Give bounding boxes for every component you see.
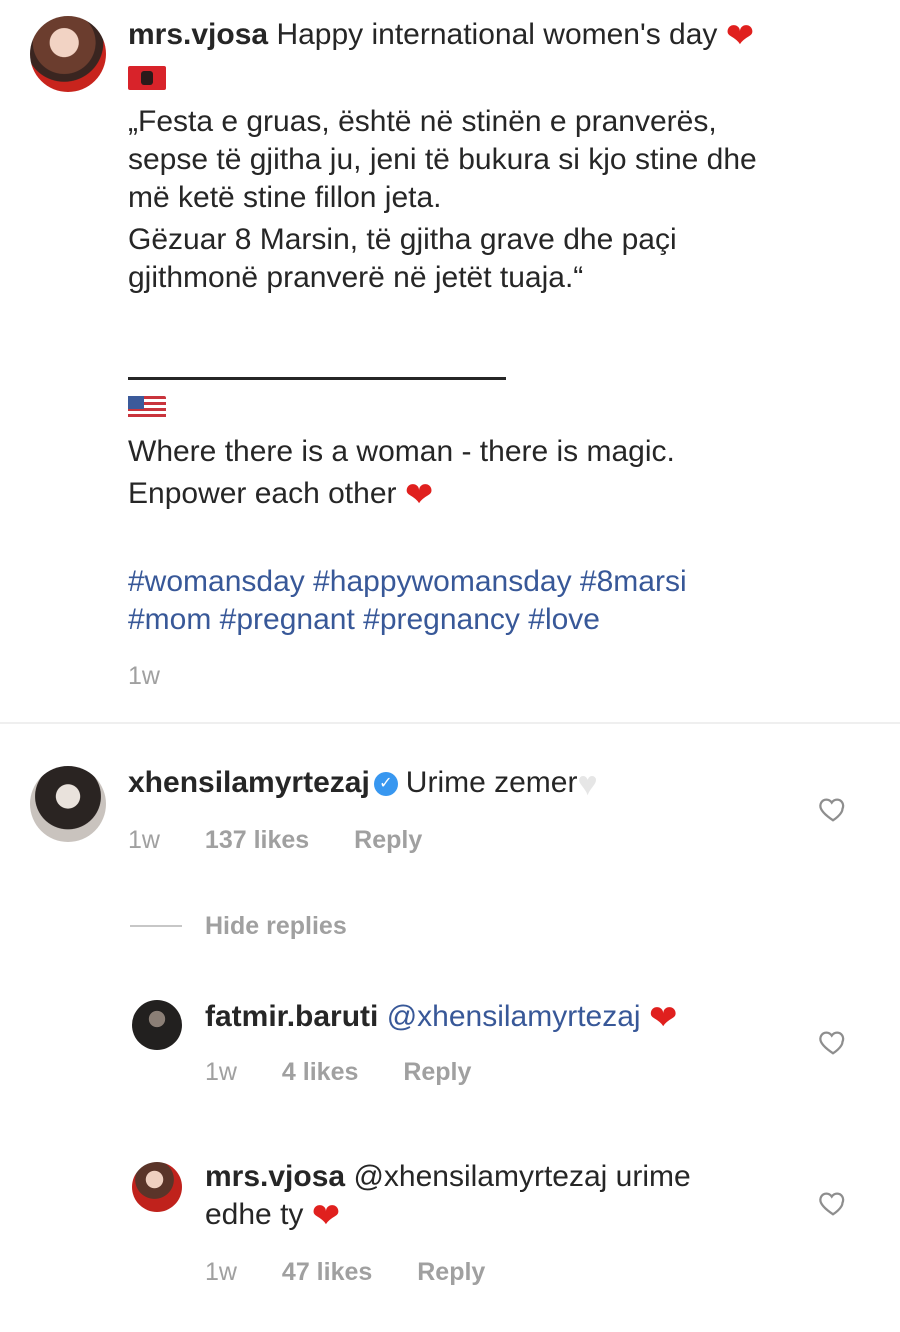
red-heart-emoji-icon: ❤ (311, 1197, 341, 1236)
comment-reply-button[interactable]: Reply (354, 826, 422, 854)
red-heart-emoji-icon: ❤ (648, 999, 678, 1038)
caption-line: „Festa e gruas, është në stinën e pranve… (128, 105, 717, 138)
heart-outline-icon[interactable] (818, 1027, 848, 1057)
heart-outline-icon[interactable] (818, 1188, 848, 1218)
us-flag-icon (128, 396, 166, 425)
reply-reply-button[interactable]: Reply (403, 1058, 471, 1086)
reply-body: mrs.vjosa @xhensilamyrtezaj urime edhe t… (205, 1158, 805, 1234)
red-heart-emoji-icon: ❤ (725, 17, 755, 56)
commenter-username[interactable]: xhensilamyrtezaj (128, 766, 370, 799)
caption-english-line2-text: Enpower each other (128, 477, 397, 510)
reply-timestamp: 1w (205, 1058, 237, 1086)
caption-english-text: Where there is a woman - there is magic.… (128, 433, 888, 513)
reply-meta: 1w 47 likes Reply (205, 1258, 523, 1287)
caption-line: sepse të gjitha ju, jeni të bukura si kj… (128, 143, 757, 176)
reply-username[interactable]: mrs.vjosa (205, 1160, 345, 1193)
comment-text: Urime zemer (405, 766, 578, 799)
reply-avatar[interactable] (132, 1000, 182, 1050)
reply-timestamp: 1w (205, 1258, 237, 1286)
reply-username[interactable]: fatmir.baruti (205, 1000, 378, 1033)
heart-outline-icon[interactable] (818, 794, 848, 824)
caption-hashtags: #womansday #happywomansday #8marsi #mom … (128, 563, 888, 639)
hashtags-line[interactable]: #mom #pregnant #pregnancy #love (128, 601, 888, 639)
caption-first-line: Happy international women's day (276, 18, 718, 51)
reply-text-line2: edhe ty (205, 1198, 304, 1231)
caption-line: Gëzuar 8 Marsin, të gjitha grave dhe paç… (128, 223, 677, 256)
reply-avatar[interactable] (132, 1162, 182, 1212)
reply-likes-count[interactable]: 47 likes (282, 1258, 372, 1286)
comment-timestamp: 1w (128, 826, 160, 854)
reply-mention[interactable]: @xhensilamyrtezaj (387, 1000, 641, 1033)
caption-line: më ketë stine fillon jeta. (128, 181, 442, 214)
reply-text-line1: @xhensilamyrtezaj urime (353, 1160, 691, 1193)
verified-badge-icon: ✓ (373, 772, 398, 797)
reply-first-line: mrs.vjosa @xhensilamyrtezaj urime (205, 1158, 805, 1196)
reply-second-line: edhe ty ❤ (205, 1196, 805, 1234)
caption-header: mrs.vjosa Happy international women's da… (128, 16, 888, 54)
red-heart-emoji-icon: ❤ (404, 476, 434, 515)
comment-likes-count[interactable]: 137 likes (205, 826, 309, 854)
hide-replies-button[interactable]: Hide replies (205, 912, 347, 941)
post-author-avatar[interactable] (30, 16, 106, 92)
hashtags-line[interactable]: #womansday #happywomansday #8marsi (128, 563, 888, 601)
caption-line: gjithmonë pranverë në jetët tuaja.“ (128, 261, 584, 294)
reply-body: fatmir.baruti @xhensilamyrtezaj ❤ (205, 998, 805, 1036)
section-separator (0, 722, 900, 724)
comment-body: xhensilamyrtezaj ✓ Urime zemer♥ (128, 764, 808, 802)
reply-likes-count[interactable]: 4 likes (282, 1058, 358, 1086)
hide-replies-line (130, 925, 182, 927)
comment-meta: 1w 137 likes Reply (128, 826, 460, 855)
caption-english-line1: Where there is a woman - there is magic. (128, 435, 675, 468)
white-heart-emoji-icon: ♥ (577, 765, 598, 804)
albania-flag-icon (128, 66, 166, 95)
caption-divider (128, 377, 506, 380)
post-timestamp: 1w (128, 662, 160, 690)
reply-reply-button[interactable]: Reply (417, 1258, 485, 1286)
commenter-avatar[interactable] (30, 766, 106, 842)
caption-albanian-text: „Festa e gruas, është në stinën e pranve… (128, 103, 888, 297)
caption-english-line2: Enpower each other ❤ (128, 475, 888, 513)
post-author-username[interactable]: mrs.vjosa (128, 18, 268, 51)
reply-meta: 1w 4 likes Reply (205, 1058, 509, 1087)
